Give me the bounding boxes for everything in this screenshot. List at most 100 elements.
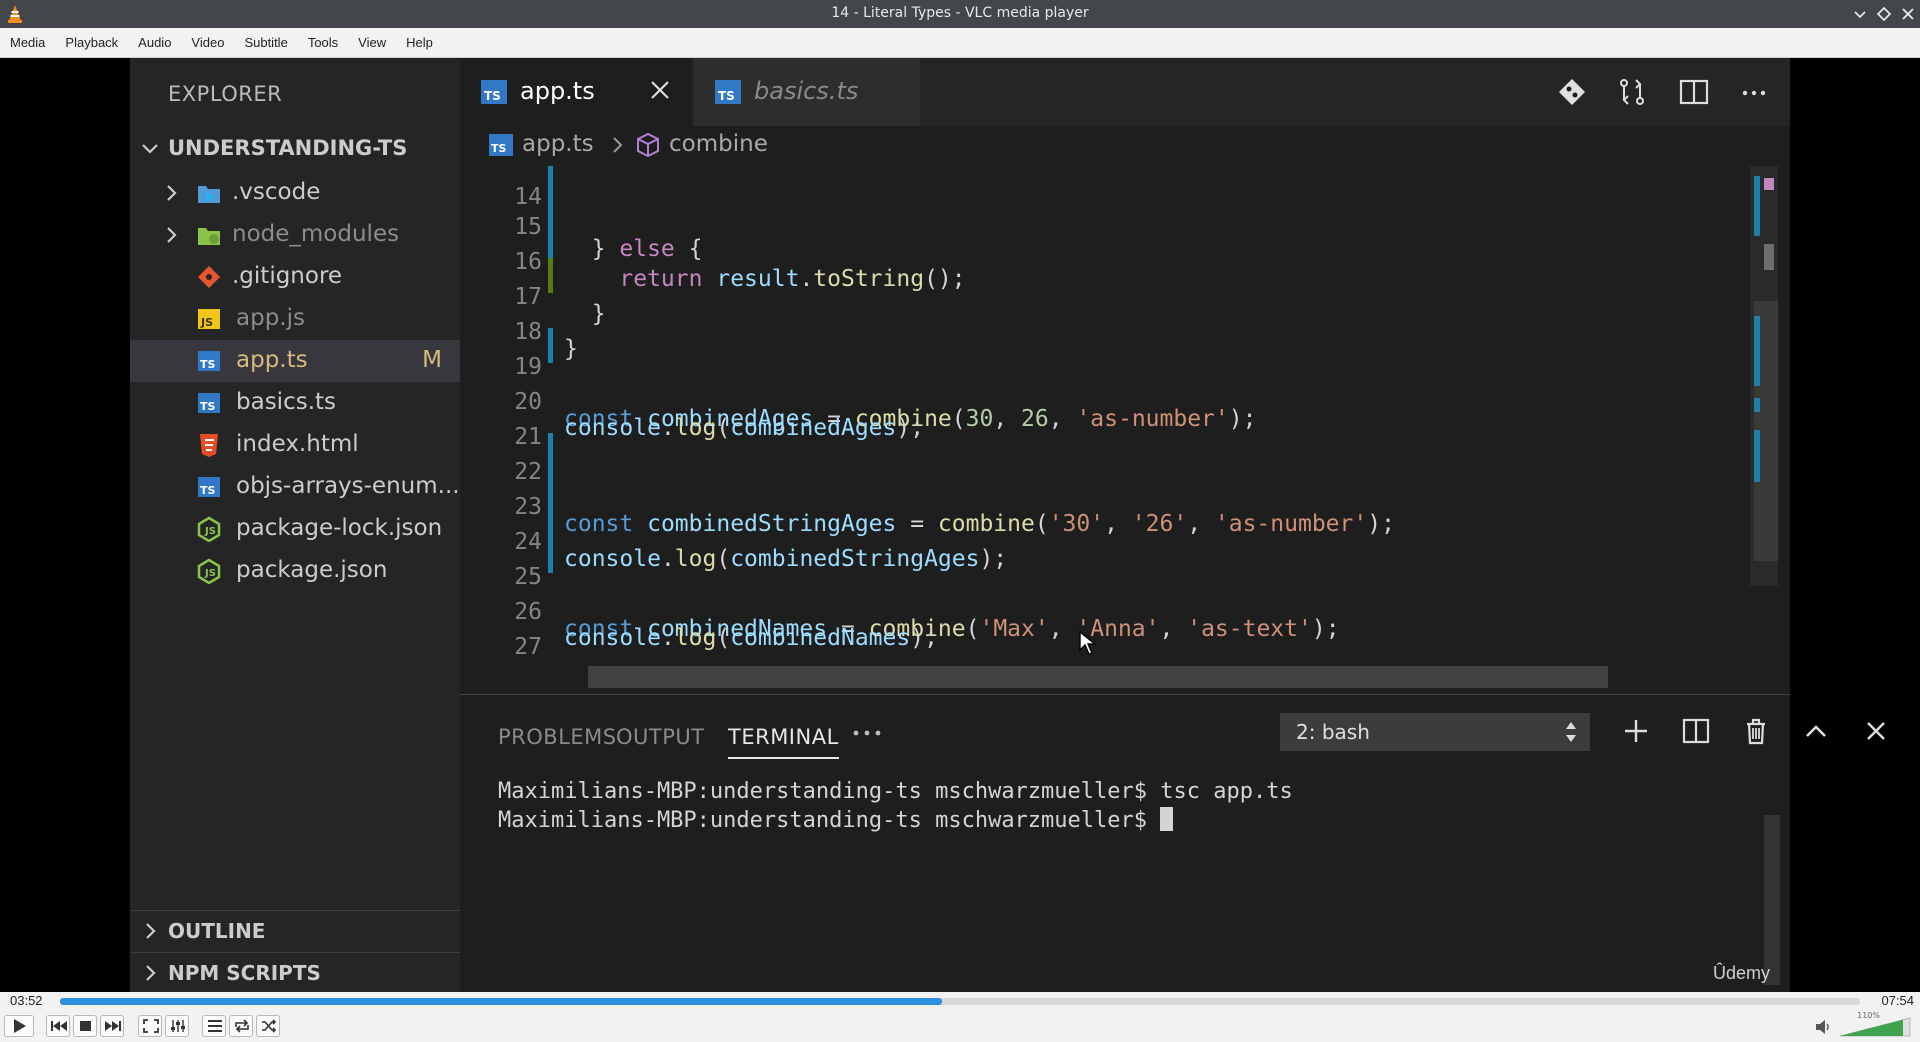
stop-button[interactable] <box>73 1015 97 1037</box>
file-row-objs-arrays-enums[interactable]: TS objs-arrays-enum... <box>130 466 460 508</box>
loop-button[interactable] <box>229 1015 253 1037</box>
chevron-right-icon <box>146 965 156 981</box>
file-name: basics.ts <box>236 389 337 415</box>
play-button[interactable] <box>4 1015 34 1037</box>
gutter-marker <box>548 433 553 468</box>
file-row-gitignore: .gitignore <box>130 256 460 298</box>
menu-view[interactable]: View <box>348 28 396 58</box>
mouse-pointer-icon <box>1079 630 1097 655</box>
video-area[interactable]: EXPLORER UNDERSTANDING-TS .vscode node_m… <box>0 58 1920 992</box>
close-window-button[interactable] <box>1898 4 1918 24</box>
tab-basics-ts[interactable]: TS basics.ts <box>694 58 920 126</box>
previous-button[interactable] <box>46 1015 70 1037</box>
menu-help[interactable]: Help <box>396 28 443 58</box>
stop-icon <box>80 1021 91 1031</box>
breadcrumb-symbol[interactable]: combine <box>669 131 768 157</box>
horizontal-scrollbar[interactable] <box>588 666 1608 688</box>
gutter-marker <box>548 468 553 503</box>
chevron-right-icon <box>146 923 156 939</box>
menu-video[interactable]: Video <box>181 28 234 58</box>
svg-text:JS: JS <box>204 568 216 579</box>
file-name: node_modules <box>232 221 400 247</box>
close-icon[interactable] <box>1860 715 1892 747</box>
file-name: .vscode <box>232 179 321 205</box>
modified-badge: M <box>422 347 442 373</box>
tab-terminal[interactable]: TERMINAL <box>728 725 839 759</box>
code-line: 17 } <box>460 258 1760 362</box>
code-editor[interactable]: 14 } else { 15 return result.toString();… <box>460 166 1790 694</box>
seek-slider[interactable] <box>60 998 1860 1005</box>
overview-ruler[interactable] <box>1750 166 1778 586</box>
select-arrows-icon <box>1566 722 1576 742</box>
file-name: app.js <box>236 305 305 331</box>
chevron-right-icon <box>167 227 177 243</box>
ruler-marker <box>1754 430 1760 482</box>
gutter-marker <box>548 328 553 363</box>
more-actions-icon[interactable] <box>1738 76 1770 108</box>
close-icon <box>1902 8 1914 20</box>
menu-media[interactable]: Media <box>0 28 55 58</box>
terminal-select[interactable]: 2: bash <box>1280 713 1590 751</box>
chevron-down-icon <box>142 144 158 154</box>
git-diff-icon[interactable] <box>1556 76 1588 108</box>
cube-icon <box>637 132 659 158</box>
volume-slider[interactable] <box>1838 1014 1912 1038</box>
shuffle-button[interactable] <box>256 1015 280 1037</box>
play-icon <box>14 1019 26 1033</box>
ruler-marker <box>1764 178 1774 190</box>
menu-subtitle[interactable]: Subtitle <box>234 28 297 58</box>
node-icon: JS <box>197 558 221 584</box>
window-titlebar: 14 - Literal Types - VLC media player <box>0 0 1920 28</box>
file-row-package-lock-json[interactable]: JS package-lock.json <box>130 508 460 550</box>
outline-section[interactable]: OUTLINE <box>130 910 460 950</box>
extended-settings-button[interactable] <box>165 1015 189 1037</box>
chevron-right-icon <box>613 137 623 153</box>
menu-playback[interactable]: Playback <box>55 28 128 58</box>
svg-text:JS: JS <box>204 526 216 537</box>
npm-scripts-label: NPM SCRIPTS <box>168 961 321 985</box>
file-row-app-js: JS app.js <box>130 298 460 340</box>
chevron-up-icon[interactable] <box>1800 715 1832 747</box>
breadcrumb-file[interactable]: app.ts <box>522 131 594 157</box>
total-time: 07:54 <box>1881 993 1914 1008</box>
ts-icon: TS <box>715 80 741 104</box>
menu-tools[interactable]: Tools <box>298 28 348 58</box>
tab-app-ts[interactable]: TS app.ts <box>460 58 692 126</box>
file-row-package-json[interactable]: JS package.json <box>130 550 460 592</box>
ts-icon: TS <box>198 393 220 413</box>
next-button[interactable] <box>100 1015 124 1037</box>
playlist-button[interactable] <box>202 1015 226 1037</box>
git-icon <box>198 266 220 288</box>
speaker-icon[interactable] <box>1814 1018 1832 1036</box>
ts-icon: TS <box>481 80 507 104</box>
file-name: objs-arrays-enum... <box>236 473 460 499</box>
udemy-watermark: Ûdemy <box>1712 963 1770 983</box>
ts-icon: TS <box>198 477 220 497</box>
tab-problems[interactable]: PROBLEMS <box>498 725 617 749</box>
file-row-index-html[interactable]: index.html <box>130 424 460 466</box>
add-terminal-icon[interactable] <box>1620 715 1652 747</box>
maximize-button[interactable] <box>1874 4 1894 24</box>
minimize-button[interactable] <box>1850 4 1870 24</box>
code-line: 19 const combinedAges = combine(30, 26, … <box>460 328 1760 432</box>
trash-icon[interactable] <box>1740 715 1772 747</box>
js-icon: JS <box>198 309 220 329</box>
more-actions-icon[interactable] <box>850 723 886 743</box>
menu-audio[interactable]: Audio <box>128 28 181 58</box>
code-line: 27 <box>460 608 1760 660</box>
file-row-basics-ts[interactable]: TS basics.ts <box>130 382 460 424</box>
close-icon[interactable] <box>646 76 674 104</box>
elapsed-time: 03:52 <box>10 993 43 1008</box>
tab-output[interactable]: OUTPUT <box>616 725 705 749</box>
code-line: 21 <box>460 398 1760 450</box>
file-row-app-ts[interactable]: TS app.ts M <box>130 340 460 382</box>
terminal-scrollbar[interactable] <box>1764 815 1780 985</box>
compare-changes-icon[interactable] <box>1616 76 1648 108</box>
svg-text:TS: TS <box>484 89 501 103</box>
npm-scripts-section[interactable]: NPM SCRIPTS <box>130 952 460 992</box>
menubar: Media Playback Audio Video Subtitle Tool… <box>0 28 1920 58</box>
fullscreen-button[interactable] <box>138 1015 162 1037</box>
split-terminal-icon[interactable] <box>1680 715 1712 747</box>
terminal-prompt-line[interactable]: Maximilians-MBP:understanding-ts mschwar… <box>498 807 1174 833</box>
split-editor-icon[interactable] <box>1678 76 1710 108</box>
